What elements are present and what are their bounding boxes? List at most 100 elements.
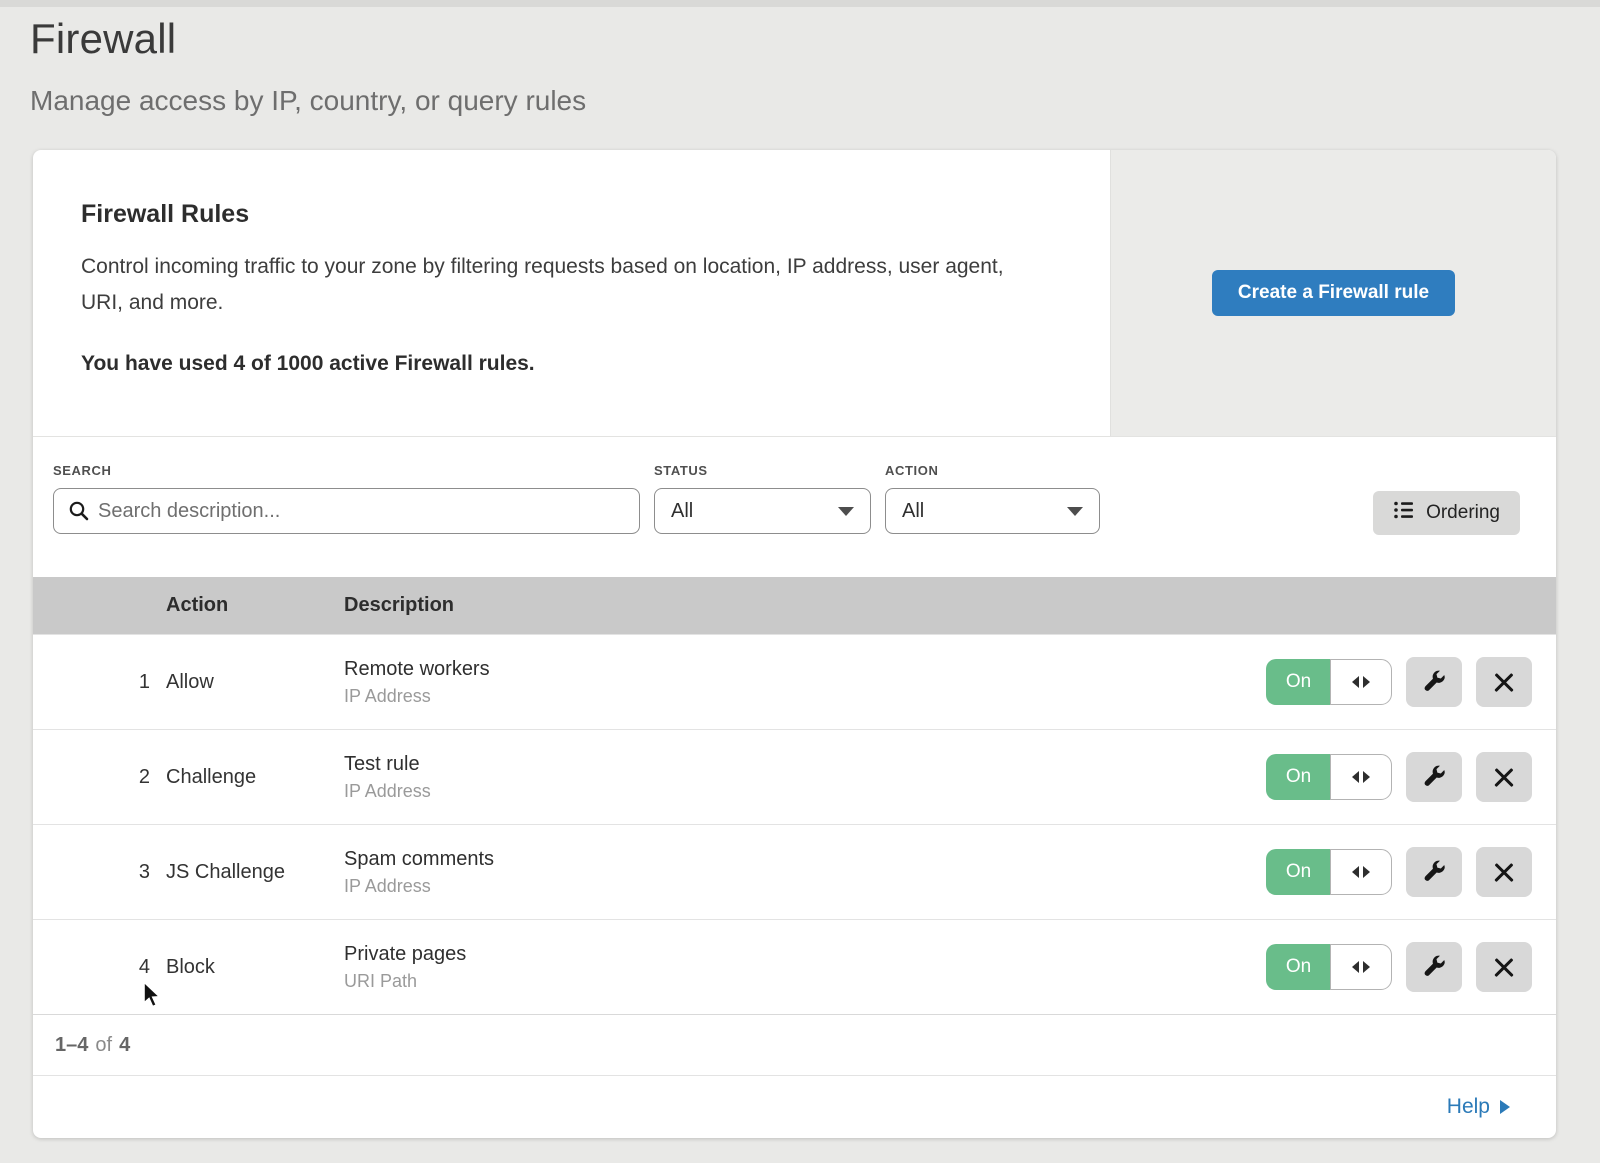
search-label: SEARCH xyxy=(53,463,640,478)
rule-controls: On xyxy=(1236,657,1556,707)
rule-action: Allow xyxy=(166,671,344,694)
configure-rule-button[interactable] xyxy=(1406,752,1462,802)
rule-enabled-toggle[interactable]: On xyxy=(1266,659,1392,705)
rule-priority: 4 xyxy=(33,956,166,979)
toggle-arrows-segment[interactable] xyxy=(1330,849,1392,895)
ordering-button-label: Ordering xyxy=(1426,502,1500,524)
table-row: 2 Challenge Test rule IP Address On xyxy=(33,729,1556,824)
configure-rule-button[interactable] xyxy=(1406,847,1462,897)
wrench-icon xyxy=(1421,858,1447,887)
help-link[interactable]: Help xyxy=(1447,1095,1510,1119)
action-label: ACTION xyxy=(885,463,1100,478)
toggle-on-segment[interactable]: On xyxy=(1266,659,1330,705)
search-field-group: SEARCH xyxy=(53,463,640,534)
toggle-arrows-segment[interactable] xyxy=(1330,659,1392,705)
table-header: Action Description xyxy=(33,577,1556,634)
page-subtitle: Manage access by IP, country, or query r… xyxy=(30,85,1600,117)
card-footer: Help xyxy=(33,1075,1556,1138)
table-row: 1 Allow Remote workers IP Address On xyxy=(33,634,1556,729)
action-field-group: ACTION All xyxy=(885,463,1100,534)
ordering-button[interactable]: Ordering xyxy=(1373,491,1520,535)
rule-description-cell: Remote workers IP Address xyxy=(344,658,1236,707)
left-right-arrows-icon xyxy=(1352,866,1359,878)
table-row: 3 JS Challenge Spam comments IP Address … xyxy=(33,824,1556,919)
configure-rule-button[interactable] xyxy=(1406,942,1462,992)
rule-match-type: URI Path xyxy=(344,971,1236,992)
rule-enabled-toggle[interactable]: On xyxy=(1266,944,1392,990)
rule-controls: On xyxy=(1236,752,1556,802)
rule-description: Private pages xyxy=(344,943,1236,966)
left-right-arrows-icon xyxy=(1363,866,1370,878)
help-link-label: Help xyxy=(1447,1095,1490,1119)
rule-priority: 3 xyxy=(33,861,166,884)
configure-rule-button[interactable] xyxy=(1406,657,1462,707)
table-row: 4 Block Private pages URI Path On xyxy=(33,919,1556,1014)
left-right-arrows-icon xyxy=(1352,961,1359,973)
search-input[interactable] xyxy=(53,488,640,534)
intro-section: Firewall Rules Control incoming traffic … xyxy=(33,150,1556,437)
left-right-arrows-icon xyxy=(1352,771,1359,783)
action-column-header: Action xyxy=(166,594,344,617)
toggle-arrows-segment[interactable] xyxy=(1330,754,1392,800)
pagination-of: of xyxy=(95,1034,112,1057)
toggle-on-segment[interactable]: On xyxy=(1266,849,1330,895)
status-select[interactable]: All xyxy=(654,488,871,534)
search-icon xyxy=(67,499,91,528)
rule-match-type: IP Address xyxy=(344,876,1236,897)
chevron-down-icon xyxy=(1067,507,1083,516)
toggle-arrows-segment[interactable] xyxy=(1330,944,1392,990)
pagination-bar: 1–4 of 4 xyxy=(33,1014,1556,1075)
rule-action: Challenge xyxy=(166,766,344,789)
ordering-list-icon xyxy=(1393,499,1415,527)
page-header: Firewall Manage access by IP, country, o… xyxy=(0,7,1600,117)
arrow-right-icon xyxy=(1500,1100,1510,1114)
card-description: Control incoming traffic to your zone by… xyxy=(81,249,1031,320)
toggle-on-segment[interactable]: On xyxy=(1266,944,1330,990)
left-right-arrows-icon xyxy=(1363,771,1370,783)
wrench-icon xyxy=(1421,763,1447,792)
status-selected-value: All xyxy=(671,500,693,523)
usage-note: You have used 4 of 1000 active Firewall … xyxy=(81,352,1050,376)
delete-rule-button[interactable] xyxy=(1476,752,1532,802)
rule-action: JS Challenge xyxy=(166,861,344,884)
rule-enabled-toggle[interactable]: On xyxy=(1266,849,1392,895)
left-right-arrows-icon xyxy=(1363,961,1370,973)
intro-action-panel: Create a Firewall rule xyxy=(1110,150,1556,436)
status-label: STATUS xyxy=(654,463,871,478)
chevron-down-icon xyxy=(838,507,854,516)
rule-enabled-toggle[interactable]: On xyxy=(1266,754,1392,800)
search-input-wrap xyxy=(53,488,640,534)
left-right-arrows-icon xyxy=(1352,676,1359,688)
delete-rule-button[interactable] xyxy=(1476,657,1532,707)
x-icon xyxy=(1493,671,1515,693)
left-right-arrows-icon xyxy=(1363,676,1370,688)
description-column-header: Description xyxy=(344,594,1236,617)
firewall-rules-card: Firewall Rules Control incoming traffic … xyxy=(33,150,1556,1138)
wrench-icon xyxy=(1421,668,1447,697)
rule-description: Spam comments xyxy=(344,848,1236,871)
delete-rule-button[interactable] xyxy=(1476,847,1532,897)
card-heading: Firewall Rules xyxy=(81,200,1050,229)
rule-description: Remote workers xyxy=(344,658,1236,681)
rule-action: Block xyxy=(166,956,344,979)
action-selected-value: All xyxy=(902,500,924,523)
wrench-icon xyxy=(1421,953,1447,982)
rule-description-cell: Test rule IP Address xyxy=(344,753,1236,802)
rule-description-cell: Private pages URI Path xyxy=(344,943,1236,992)
rule-controls: On xyxy=(1236,942,1556,992)
rule-controls: On xyxy=(1236,847,1556,897)
rule-match-type: IP Address xyxy=(344,781,1236,802)
delete-rule-button[interactable] xyxy=(1476,942,1532,992)
toggle-on-segment[interactable]: On xyxy=(1266,754,1330,800)
x-icon xyxy=(1493,956,1515,978)
intro-text-block: Firewall Rules Control incoming traffic … xyxy=(33,150,1110,436)
create-firewall-rule-button[interactable]: Create a Firewall rule xyxy=(1212,270,1455,316)
rule-match-type: IP Address xyxy=(344,686,1236,707)
action-select[interactable]: All xyxy=(885,488,1100,534)
rule-priority: 2 xyxy=(33,766,166,789)
filter-bar: SEARCH STATUS All ACTION All xyxy=(33,437,1556,577)
rule-description-cell: Spam comments IP Address xyxy=(344,848,1236,897)
page-title: Firewall xyxy=(30,15,1600,63)
rule-description: Test rule xyxy=(344,753,1236,776)
pagination-total: 4 xyxy=(119,1034,130,1057)
